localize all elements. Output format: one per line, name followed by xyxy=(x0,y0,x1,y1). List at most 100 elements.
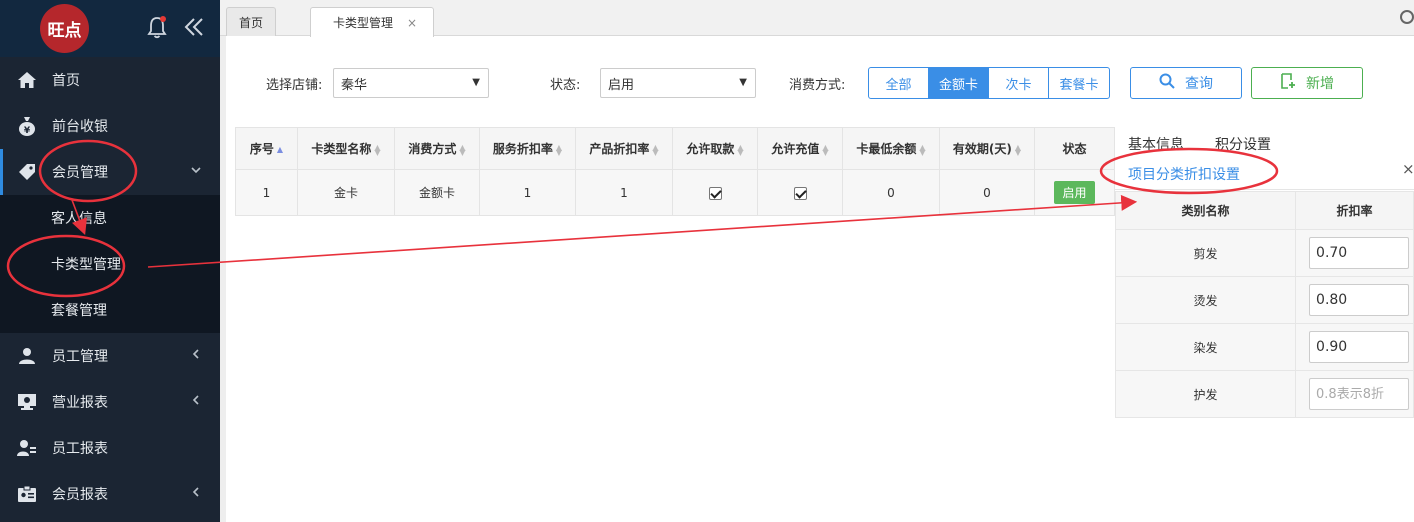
money-bag-icon: ¥ xyxy=(16,116,38,136)
tab-card-type-management[interactable]: 卡类型管理 × xyxy=(310,7,435,37)
table-header-row: 类别名称 折扣率 xyxy=(1114,191,1414,230)
column-header[interactable]: 卡最低余额 ▲ ▼ xyxy=(842,127,940,170)
status-badge[interactable]: 启用 xyxy=(1054,181,1095,204)
column-header-label: 允许取款 xyxy=(686,142,735,156)
table-row: 护发 xyxy=(1114,370,1414,418)
monitor-chart-icon xyxy=(16,392,38,412)
query-button[interactable]: 查询 xyxy=(1130,67,1242,99)
cell-product-rate: 1 xyxy=(575,169,673,216)
person-list-icon xyxy=(16,438,38,458)
consume-option-amount-card[interactable]: 金额卡 xyxy=(929,68,989,98)
sidebar-item-business-report[interactable]: 营业报表 xyxy=(0,379,220,425)
sort-icon: ▲ ▼ xyxy=(652,142,659,157)
svg-text:¥: ¥ xyxy=(24,126,31,136)
sort-icon: ▲ ▼ xyxy=(374,142,381,157)
sidebar-item-staff-management[interactable]: 员工管理 xyxy=(0,333,220,379)
sidebar: 旺点 首页 ¥ 前台收银 会员管理 客人信息 卡类型管理 套餐管理 员工管理 营… xyxy=(0,0,220,522)
rate-input[interactable] xyxy=(1309,284,1410,316)
column-header[interactable]: 消费方式 ▲ ▼ xyxy=(394,127,480,170)
column-header: 折扣率 xyxy=(1295,191,1414,230)
consume-option-all[interactable]: 全部 xyxy=(869,68,929,98)
rate-input[interactable] xyxy=(1309,331,1410,363)
category-name: 剪发 xyxy=(1114,229,1297,277)
bell-icon[interactable] xyxy=(146,15,168,39)
sidebar-item-label: 员工报表 xyxy=(52,441,108,457)
column-header[interactable]: 状态 xyxy=(1034,127,1115,170)
column-header-label: 允许充值 xyxy=(771,142,820,156)
column-header[interactable]: 服务折扣率 ▲ ▼ xyxy=(479,127,576,170)
sidebar-subitem-package[interactable]: 套餐管理 xyxy=(0,287,220,333)
sidebar-item-home[interactable]: 首页 xyxy=(0,57,220,103)
category-name: 烫发 xyxy=(1114,276,1297,324)
panel-divider xyxy=(1114,189,1414,190)
rate-cell xyxy=(1295,323,1414,371)
tab-basic-info[interactable]: 基本信息 xyxy=(1128,134,1184,154)
column-header[interactable]: 卡类型名称 ▲ ▼ xyxy=(297,127,395,170)
sidebar-item-staff-report[interactable]: 员工报表 xyxy=(0,425,220,471)
column-header[interactable]: 允许充值 ▲ ▼ xyxy=(757,127,843,170)
sidebar-item-label: 首页 xyxy=(52,73,80,89)
store-label: 选择店铺: xyxy=(266,78,323,93)
sidebar-item-label: 员工管理 xyxy=(52,349,108,365)
column-header[interactable]: 产品折扣率 ▲ ▼ xyxy=(575,127,673,170)
sidebar-subitem-customer-info[interactable]: 客人信息 xyxy=(0,195,220,241)
sidebar-item-label: 前台收银 xyxy=(52,119,108,135)
add-button-label: 新增 xyxy=(1306,76,1334,92)
store-select-value: 秦华 xyxy=(341,77,368,93)
chevron-down-icon xyxy=(190,164,202,180)
cell-name: 金卡 xyxy=(297,169,395,216)
column-header[interactable]: 有效期(天) ▲ ▼ xyxy=(939,127,1035,170)
close-tab-icon[interactable]: × xyxy=(407,16,417,30)
sidebar-subitem-card-type[interactable]: 卡类型管理 xyxy=(0,241,220,287)
column-header-label: 状态 xyxy=(1062,142,1087,156)
column-header[interactable]: 序号 ▲ xyxy=(235,127,298,170)
cell-consume: 金额卡 xyxy=(394,169,480,216)
column-header-label: 卡最低余额 xyxy=(856,142,917,156)
column-header-label: 产品折扣率 xyxy=(589,142,650,156)
rate-input[interactable] xyxy=(1309,378,1410,410)
store-select[interactable]: 秦华 ▼ xyxy=(333,68,489,98)
collapse-sidebar-icon[interactable] xyxy=(182,15,206,39)
sort-asc-icon: ▲ xyxy=(276,145,284,154)
allow-recharge-checkbox[interactable] xyxy=(793,186,807,200)
chevron-left-icon xyxy=(190,486,202,502)
search-icon[interactable] xyxy=(1400,10,1414,24)
table-row: 染发 xyxy=(1114,323,1414,371)
tab-points-settings[interactable]: 积分设置 xyxy=(1215,134,1271,154)
rate-input[interactable] xyxy=(1309,237,1410,269)
add-button[interactable]: 新增 xyxy=(1251,67,1363,99)
table-row: 剪发 xyxy=(1114,229,1414,277)
sidebar-item-label: 会员报表 xyxy=(52,487,108,503)
allow-withdraw-checkbox[interactable] xyxy=(708,186,722,200)
table-row[interactable]: 1 金卡 金额卡 1 1 0 0 启用 xyxy=(235,169,1115,216)
column-header[interactable]: 允许取款 ▲ ▼ xyxy=(672,127,758,170)
category-name: 护发 xyxy=(1114,370,1297,418)
cell-service-rate: 1 xyxy=(479,169,576,216)
tab-home[interactable]: 首页 xyxy=(226,7,277,36)
cell-status: 启用 xyxy=(1034,169,1115,216)
id-card-icon xyxy=(16,484,38,504)
column-header-label: 服务折扣率 xyxy=(492,142,553,156)
search-icon xyxy=(1159,73,1175,93)
column-header-label: 有效期(天) xyxy=(952,142,1012,156)
category-discount-table: 类别名称 折扣率 剪发 烫发 染发 护发 xyxy=(1114,191,1414,418)
cell-min-balance: 0 xyxy=(842,169,940,216)
sidebar-item-label: 营业报表 xyxy=(52,395,108,411)
sidebar-item-cashier[interactable]: ¥ 前台收银 xyxy=(0,103,220,149)
sidebar-item-member-report[interactable]: 会员报表 xyxy=(0,471,220,517)
sidebar-item-member-management[interactable]: 会员管理 xyxy=(0,149,220,195)
cell-allow-recharge xyxy=(757,169,843,216)
status-select[interactable]: 启用 ▼ xyxy=(600,68,756,98)
tab-category-discount-settings[interactable]: 项目分类折扣设置 xyxy=(1128,164,1240,184)
sort-icon: ▲ ▼ xyxy=(919,142,926,157)
cell-allow-withdraw xyxy=(672,169,758,216)
chevron-left-icon xyxy=(190,348,202,364)
person-icon xyxy=(16,346,38,366)
close-panel-icon[interactable]: × xyxy=(1402,160,1414,178)
consume-option-count-card[interactable]: 次卡 xyxy=(989,68,1049,98)
table-header-row: 序号 ▲ 卡类型名称 ▲ ▼ 消费方式 ▲ ▼ 服务折扣率 ▲ ▼ 产品折扣率 ▲ ▼ 允许取款 ▲… xyxy=(235,127,1115,170)
consume-option-package-card[interactable]: 套餐卡 xyxy=(1049,68,1109,98)
column-header-label: 消费方式 xyxy=(408,142,457,156)
sidebar-item-label: 会员管理 xyxy=(52,165,108,181)
content-gutter xyxy=(220,36,226,522)
